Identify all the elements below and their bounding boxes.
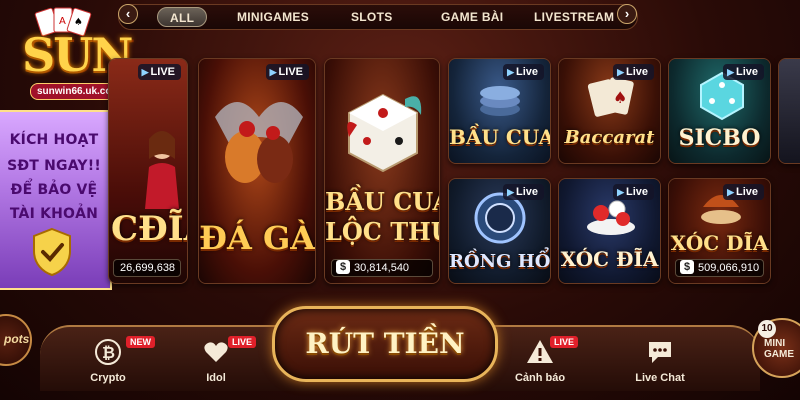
live-badge: ▶ Live — [613, 64, 654, 80]
category-tab-bar: ALL MINIGAMES SLOTS GAME BÀI LIVESTREAM — [118, 4, 638, 30]
nav-idol[interactable]: LIVE Idol — [176, 332, 257, 392]
tab-slots[interactable]: SLOTS — [351, 5, 393, 29]
promo-line-1: KÍCH HOẠT — [9, 132, 99, 148]
play-icon: ▶ — [507, 187, 514, 197]
game-tile-sicbo[interactable]: ▶ Live SICBO — [668, 58, 771, 164]
live-badge: ▶ LIVE — [137, 64, 181, 80]
heart-icon — [204, 342, 228, 362]
tile-art — [779, 59, 800, 163]
chevron-left-icon[interactable]: ‹ — [118, 4, 138, 24]
dealer-figure-icon — [145, 131, 179, 209]
tile-title: XÓC DĨA — [670, 231, 769, 255]
shield-check-icon — [33, 227, 71, 277]
tab-game-bai[interactable]: GAME BÀI — [441, 5, 503, 29]
tile-title: Baccarat — [564, 127, 655, 148]
withdraw-label: RÚT TIỀN — [305, 327, 465, 360]
bitcoin-icon: ₿ — [95, 339, 121, 365]
chat-icon — [649, 342, 671, 363]
tile-title: SICBO — [678, 125, 761, 151]
live-badge: ▶ LIVE — [265, 64, 309, 80]
withdraw-button[interactable]: RÚT TIỀN — [272, 306, 498, 382]
jackpot-counter: $30,814,540 — [331, 259, 433, 277]
live-badge: ▶ Live — [613, 184, 654, 200]
game-tile-xoc-dia-live[interactable]: ▶LIVE CĐĨA 26,699,638 — [108, 58, 188, 284]
dice-dragon-icon — [347, 93, 422, 173]
promo-line-3: ĐỂ BẢO VỆ — [10, 182, 98, 198]
nav-label: Crypto — [90, 372, 126, 384]
game-tile-bau-cua[interactable]: ▶ Live BẦU CUA — [448, 58, 551, 164]
tile-title: CĐĨA — [111, 209, 187, 249]
nav-label: Idol — [206, 372, 226, 384]
cards-icon: ♠ — [587, 77, 634, 117]
tile-title-line2: LỘC THÚ — [325, 217, 440, 246]
tile-title: XÓC ĐĨA — [560, 247, 659, 271]
game-tile-da-ga[interactable]: ▶ LIVE ĐÁ GÀ — [198, 58, 316, 284]
svg-text:♠: ♠ — [74, 17, 83, 28]
game-tile-bau-cua-loc-thu[interactable]: BẦU CUA LỘC THÚ $30,814,540 — [324, 58, 440, 284]
play-icon: ▶ — [727, 67, 734, 77]
promo-line-2: SĐT NGAY!! — [7, 158, 101, 174]
jackpot-counter: 26,699,638 — [113, 259, 181, 277]
tile-title: BẦU CUA — [449, 125, 551, 149]
jackpots-label: pots — [4, 332, 30, 346]
live-badge: LIVE — [228, 336, 257, 348]
game-tile-baccarat[interactable]: ♠ ▶ Live Baccarat — [558, 58, 661, 164]
nav-label: Cảnh báo — [514, 372, 566, 384]
game-tile-xoc-dia-2[interactable]: ▶ Live XÓC DĨA $509,066,910 — [668, 178, 771, 284]
play-icon: ▶ — [269, 67, 277, 77]
jackpot-counter: $509,066,910 — [675, 259, 764, 277]
live-badge: ▶ Live — [503, 184, 544, 200]
play-icon: ▶ — [507, 67, 514, 77]
live-badge: ▶ Live — [723, 64, 764, 80]
tile-title-line1: BẦU CUA — [325, 187, 440, 216]
game-tile-partial[interactable] — [778, 58, 800, 164]
mini-game-label: MINI GAME — [764, 338, 794, 360]
nav-crypto[interactable]: ₿ NEW Crypto — [68, 332, 155, 392]
activate-phone-banner[interactable]: KÍCH HOẠT SĐT NGAY!! ĐỂ BẢO VỆ TÀI KHOẢN — [0, 110, 112, 290]
new-badge: NEW — [126, 336, 155, 348]
live-badge: ▶ Live — [503, 64, 544, 80]
play-icon: ▶ — [617, 187, 624, 197]
svg-text:♠: ♠ — [613, 88, 627, 107]
dollar-icon: $ — [336, 260, 350, 274]
live-badge: LIVE — [550, 336, 579, 348]
play-icon: ▶ — [617, 67, 624, 77]
dollar-icon: $ — [680, 260, 694, 274]
tab-minigames[interactable]: MINIGAMES — [237, 5, 309, 29]
nav-label: Live Chat — [635, 372, 685, 384]
svg-text:A: A — [59, 16, 66, 27]
play-icon: ▶ — [727, 187, 734, 197]
tile-title: ĐÁ GÀ — [199, 219, 316, 257]
svg-text:₿: ₿ — [102, 343, 115, 362]
nav-warning[interactable]: LIVE Cảnh báo — [500, 332, 580, 392]
chevron-right-icon[interactable]: › — [617, 4, 637, 24]
tile-title: RỒNG HỔ — [449, 251, 551, 272]
live-badge: ▶ Live — [723, 184, 764, 200]
rooster-icon — [215, 102, 303, 183]
mini-game-count: 10 — [758, 320, 776, 338]
tab-livestream[interactable]: LIVESTREAM — [534, 5, 614, 29]
promo-line-4: TÀI KHOẢN — [9, 206, 99, 222]
play-icon: ▶ — [141, 67, 149, 77]
coin-stack-icon — [480, 86, 520, 116]
game-tile-rong-ho[interactable]: ▶ Live RỒNG HỔ — [448, 178, 551, 284]
game-tile-xoc-dia[interactable]: ▶ Live XÓC ĐĨA — [558, 178, 661, 284]
tab-all[interactable]: ALL — [157, 7, 208, 27]
nav-live-chat[interactable]: Live Chat — [620, 332, 700, 392]
